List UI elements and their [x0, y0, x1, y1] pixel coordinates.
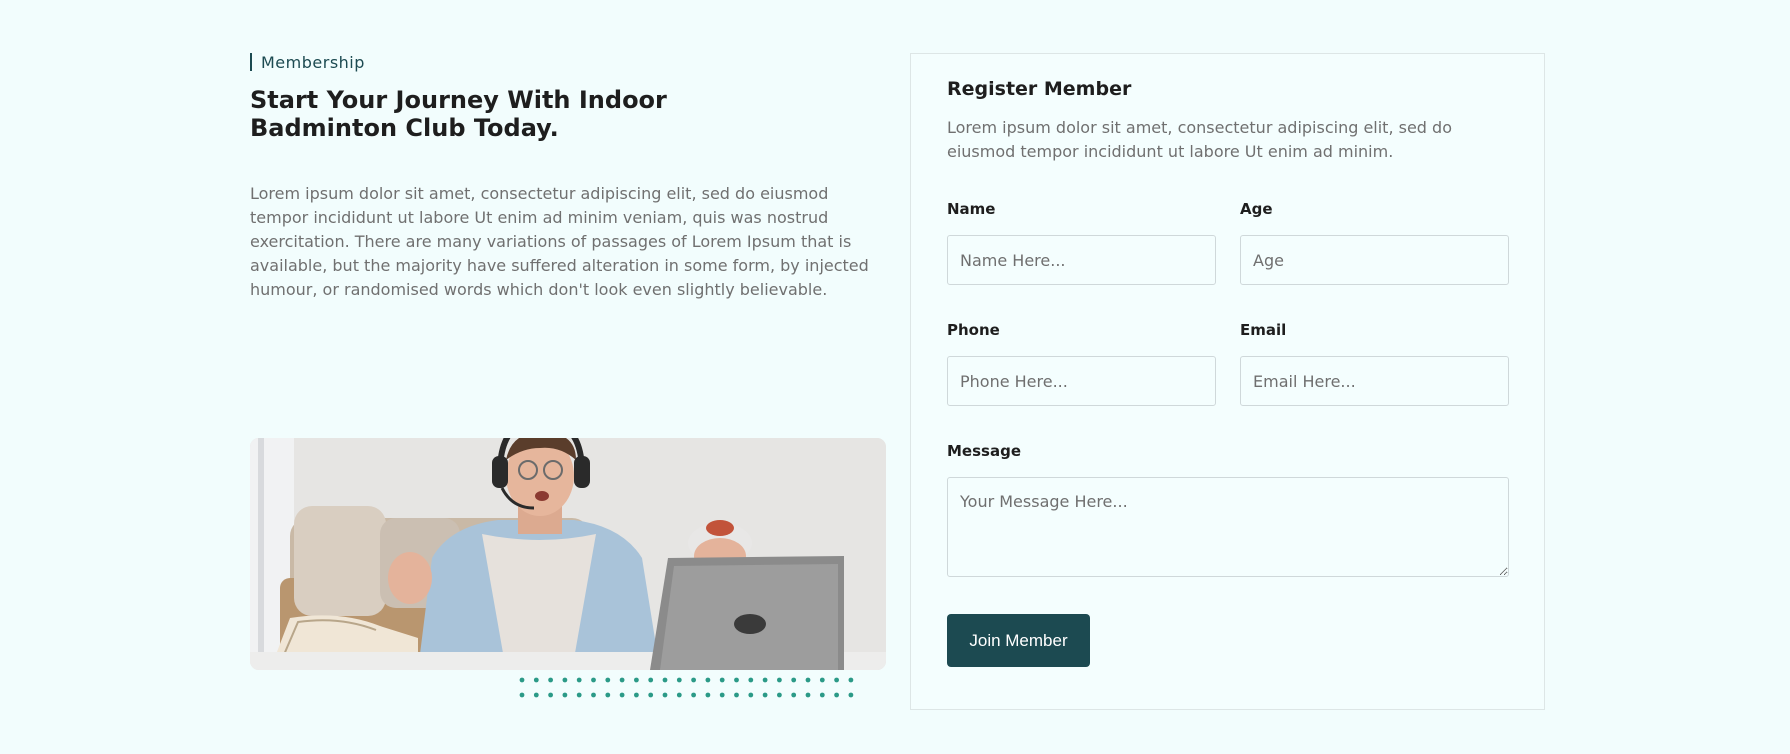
decorative-dot — [834, 692, 839, 698]
join-member-button[interactable]: Join Member — [947, 614, 1090, 667]
section-eyebrow: Membership — [250, 52, 886, 72]
email-input[interactable] — [1240, 356, 1509, 406]
name-input[interactable] — [947, 235, 1216, 285]
decorative-dot — [533, 692, 539, 698]
phone-label: Phone — [947, 321, 1000, 339]
decorative-dot — [676, 677, 682, 683]
decorative-dot — [705, 692, 711, 698]
decorative-dot — [805, 677, 811, 683]
decorative-dot — [719, 677, 725, 683]
decorative-dot — [734, 677, 739, 683]
decorative-dot — [848, 677, 854, 683]
decorative-dot — [662, 692, 668, 698]
decorative-dot — [662, 677, 668, 683]
eyebrow-accent-bar — [250, 53, 252, 71]
decorative-dot — [548, 677, 553, 683]
decorative-dot — [533, 677, 539, 683]
decorative-dot — [691, 692, 696, 698]
age-input[interactable] — [1240, 235, 1509, 285]
decorative-dot — [591, 677, 596, 683]
decorative-dot — [762, 692, 768, 698]
dot-grid — [519, 677, 854, 698]
decorative-dot — [648, 677, 654, 683]
decorative-dot — [748, 677, 754, 683]
decorative-dot — [634, 677, 639, 683]
decorative-dot — [605, 677, 611, 683]
member-photo — [250, 438, 886, 670]
decorative-dot — [805, 692, 811, 698]
decorative-dot — [519, 677, 525, 683]
member-photo-illustration — [250, 438, 886, 670]
decorative-dot — [605, 692, 611, 698]
decorative-dot — [734, 692, 739, 698]
decorative-dot — [819, 677, 825, 683]
decorative-dot — [848, 692, 854, 698]
decorative-dot — [634, 692, 639, 698]
decorative-dot — [791, 677, 797, 683]
decorative-dot — [705, 677, 711, 683]
age-label: Age — [1240, 200, 1273, 218]
register-description: Lorem ipsum dolor sit amet, consectetur … — [947, 118, 1452, 161]
decorative-dot — [691, 677, 696, 683]
decorative-dot — [619, 677, 625, 683]
decorative-dot — [648, 692, 654, 698]
decorative-dot — [591, 692, 596, 698]
membership-section: Membership Start Your Journey With Indoo… — [250, 52, 886, 302]
decorative-dot — [519, 692, 525, 698]
decorative-dot — [719, 692, 725, 698]
decorative-dot — [619, 692, 625, 698]
decorative-dot — [562, 692, 568, 698]
decorative-dot — [819, 692, 825, 698]
decorative-dot — [834, 677, 839, 683]
decorative-dot — [777, 692, 782, 698]
phone-input[interactable] — [947, 356, 1216, 406]
name-label: Name — [947, 200, 996, 218]
message-textarea[interactable] — [947, 477, 1509, 577]
message-label: Message — [947, 442, 1021, 460]
email-label: Email — [1240, 321, 1287, 339]
decorative-dot — [576, 692, 582, 698]
register-card: Register Member Lorem ipsum dolor sit am… — [910, 53, 1545, 710]
eyebrow-label: Membership — [261, 52, 365, 72]
register-title: Register Member — [947, 78, 1132, 100]
dot-pattern-decoration — [519, 676, 855, 700]
section-body-text: Lorem ipsum dolor sit amet, consectetur … — [250, 184, 869, 299]
decorative-dot — [548, 692, 553, 698]
decorative-dot — [576, 677, 582, 683]
decorative-dot — [777, 677, 782, 683]
decorative-dot — [748, 692, 754, 698]
decorative-dot — [676, 692, 682, 698]
section-headline: Start Your Journey With Indoor Badminton… — [250, 86, 667, 142]
decorative-dot — [562, 677, 568, 683]
decorative-dot — [791, 692, 797, 698]
decorative-dot — [762, 677, 768, 683]
